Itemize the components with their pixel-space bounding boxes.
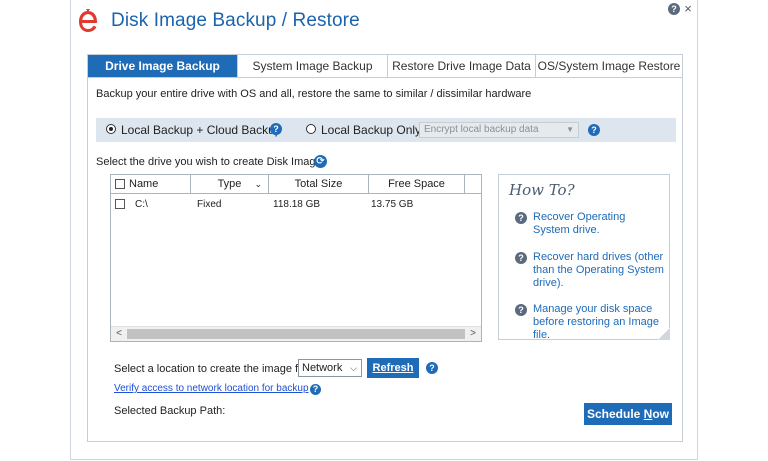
schedule-label-suffix: ow [652, 407, 670, 421]
title-bar: Disk Image Backup / Restore ? × [71, 0, 697, 44]
how-to-link[interactable]: Recover Operating System drive. [533, 211, 665, 237]
select-drive-label: Select the drive you wish to create Disk… [96, 156, 322, 168]
drive-type-cell: Fixed [197, 199, 222, 210]
encrypt-backup-select[interactable]: Encrypt local backup data ▼ [419, 122, 579, 138]
help-icon[interactable]: ? [310, 384, 321, 395]
tab-bar: Drive Image Backup System Image Backup R… [87, 54, 683, 78]
local-cloud-backup-radio[interactable] [106, 124, 116, 134]
app-title: Disk Image Backup / Restore [111, 10, 360, 31]
backup-options-bar: Local Backup + Cloud Backup ? Local Back… [96, 118, 676, 142]
local-backup-only-radio[interactable] [306, 124, 316, 134]
verify-network-access-link[interactable]: Verify access to network location for ba… [114, 383, 309, 394]
scroll-left-icon[interactable]: < [112, 327, 126, 341]
scrollbar-thumb[interactable] [127, 329, 465, 339]
chevron-down-icon: ▼ [566, 125, 574, 134]
filter-icon[interactable]: ⌄ [254, 175, 262, 193]
encrypt-backup-placeholder: Encrypt local backup data [424, 124, 539, 135]
row-checkbox[interactable] [115, 199, 125, 209]
drive-free-space-cell: 13.75 GB [371, 199, 414, 210]
column-header-free-space[interactable]: Free Space [369, 175, 465, 193]
select-all-checkbox[interactable] [115, 179, 125, 189]
app-logo-icon [79, 9, 97, 32]
how-to-title: How To? [509, 181, 575, 199]
schedule-label-prefix: Schedule [586, 407, 644, 421]
help-icon[interactable]: ? [270, 123, 282, 135]
location-selected-value: Network [302, 362, 343, 374]
drive-total-size-cell: 118.18 GB [273, 199, 321, 210]
drive-name-cell: C:\ [135, 199, 148, 210]
close-icon[interactable]: × [682, 2, 694, 15]
how-to-panel: How To? ? Recover Operating System drive… [498, 174, 670, 342]
column-header-type[interactable]: Type ⌄ [191, 175, 269, 193]
help-icon[interactable]: ? [668, 3, 680, 15]
help-icon: ? [515, 212, 527, 224]
column-header-total-size[interactable]: Total Size [269, 175, 369, 193]
column-type-label: Type [217, 178, 242, 190]
tab-system-image-backup[interactable]: System Image Backup [238, 55, 388, 77]
refresh-icon[interactable]: ⟳ [314, 155, 327, 168]
tab-os-system-image-restore[interactable]: OS/System Image Restore [536, 55, 682, 77]
location-select[interactable]: Network ⌵ [298, 359, 362, 377]
local-backup-only-label[interactable]: Local Backup Only [321, 123, 421, 137]
how-to-link[interactable]: Recover hard drives (other than the Oper… [533, 251, 665, 290]
help-icon: ? [515, 304, 527, 316]
local-cloud-backup-label[interactable]: Local Backup + Cloud Backup [121, 123, 281, 137]
column-header-name[interactable]: Name [111, 175, 191, 193]
help-icon: ? [515, 252, 527, 264]
panel-description: Backup your entire drive with OS and all… [96, 88, 532, 100]
location-label: Select a location to create the image fi… [114, 363, 310, 375]
table-header: Name Type ⌄ Total Size Free Space [111, 175, 481, 194]
disk-image-window: Disk Image Backup / Restore ? × Drive Im… [70, 0, 698, 460]
horizontal-scrollbar[interactable]: < > [111, 326, 481, 341]
selected-backup-path-label: Selected Backup Path: [114, 405, 226, 417]
column-name-label: Name [129, 178, 159, 190]
help-icon[interactable]: ? [426, 362, 438, 374]
drive-image-backup-panel: Backup your entire drive with OS and all… [87, 78, 683, 442]
help-icon[interactable]: ? [588, 124, 600, 136]
schedule-now-button[interactable]: Schedule Now [584, 403, 672, 425]
tab-drive-image-backup[interactable]: Drive Image Backup [88, 55, 238, 77]
how-to-link[interactable]: Manage your disk space before restoring … [533, 303, 665, 342]
chevron-down-icon: ⌵ [350, 363, 357, 373]
scroll-right-icon[interactable]: > [466, 327, 480, 341]
tab-restore-drive-image-data[interactable]: Restore Drive Image Data [388, 55, 536, 77]
refresh-button[interactable]: Refresh [367, 358, 419, 378]
page-fold-decoration [658, 328, 670, 340]
drive-table: Name Type ⌄ Total Size Free Space C:\ Fi… [110, 174, 482, 342]
